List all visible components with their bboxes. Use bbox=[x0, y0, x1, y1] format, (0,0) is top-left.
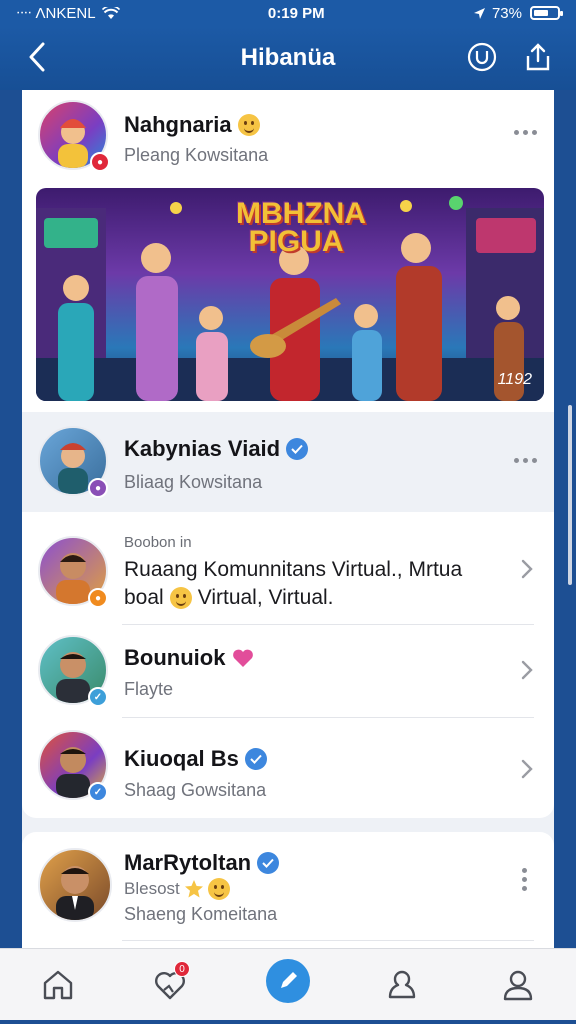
bottom-profile-card[interactable]: MarRytoltan Blesost Shaeng Komeitana bbox=[22, 832, 554, 948]
circle-u-icon bbox=[467, 42, 497, 72]
chevron-right-icon bbox=[521, 759, 533, 779]
verified-badge-icon bbox=[286, 438, 309, 460]
chevron-right-icon bbox=[521, 660, 533, 680]
suggested-subtitle: Bliaag Kowsitana bbox=[124, 472, 263, 492]
post-author-subtitle: Pleang Kowsitana bbox=[124, 145, 269, 165]
list-item-name[interactable]: Bounuiok bbox=[124, 645, 255, 671]
status-bar: ᐧᐧᐧᐧ ΛNKEΝL 0:19 PM 73% bbox=[0, 0, 576, 26]
home-indicator bbox=[0, 1020, 576, 1024]
smile-emoji-icon bbox=[237, 114, 260, 136]
pencil-icon bbox=[281, 972, 297, 988]
verified-badge-icon: ✓ bbox=[88, 687, 108, 707]
status-badge-icon: ● bbox=[88, 588, 108, 608]
back-button[interactable] bbox=[22, 40, 52, 74]
list-item-line2: boal Virtual, Virtual. bbox=[124, 586, 334, 609]
suggested-name[interactable]: Kabynias Viaid bbox=[124, 436, 309, 462]
banner-count: 1192 bbox=[497, 371, 532, 388]
post-more-button[interactable] bbox=[514, 130, 537, 135]
page-title: Hibanüa bbox=[240, 44, 336, 71]
bottom-name[interactable]: MarRytoltan bbox=[124, 850, 280, 876]
battery-percent: 73% bbox=[491, 4, 522, 22]
bottom-subtitle: Shaeng Komeitana bbox=[124, 904, 278, 924]
star-icon bbox=[184, 880, 203, 898]
share-button[interactable] bbox=[522, 41, 554, 73]
suggested-account-row[interactable]: ● Kabynias Viaid Bliaag Kowsitana bbox=[22, 412, 554, 512]
list-item[interactable]: ✓ Kiuoqal Bs Shaag Gowsitana bbox=[22, 718, 554, 818]
feed-content: ● Nahgnaria Pleang Kowsitana MBHZNA PIGU… bbox=[22, 90, 554, 948]
list-card: ● Boobon in Ruaang Komunnitans Virtual.,… bbox=[22, 512, 554, 818]
people-icon bbox=[388, 970, 416, 999]
bottom-avatar[interactable] bbox=[38, 848, 112, 922]
status-badge-icon: ● bbox=[88, 478, 108, 498]
battery-icon bbox=[529, 6, 563, 20]
bottom-line1: Blesost bbox=[124, 878, 230, 900]
list-item-line1: Ruaang Komunnitans Virtual., Mrtua bbox=[124, 558, 463, 581]
post-author-name[interactable]: Nahgnaria bbox=[124, 112, 260, 138]
share-icon bbox=[526, 43, 550, 71]
profile-button[interactable] bbox=[466, 41, 498, 73]
bottom-more-button[interactable] bbox=[522, 868, 527, 891]
post-card[interactable]: ● Nahgnaria Pleang Kowsitana MBHZNA PIGU… bbox=[22, 90, 554, 412]
list-item-subtitle: Shaag Gowsitana bbox=[124, 780, 267, 800]
verified-badge-icon: ✓ bbox=[88, 782, 108, 802]
scrollbar[interactable] bbox=[568, 405, 572, 585]
list-item[interactable]: ● Boobon in Ruaang Komunnitans Virtual.,… bbox=[22, 512, 554, 624]
tab-activity[interactable]: 0 bbox=[148, 961, 192, 1007]
user-icon bbox=[503, 970, 533, 1001]
tab-community[interactable] bbox=[380, 963, 424, 1007]
suggested-more-button[interactable] bbox=[514, 458, 537, 463]
list-item-name[interactable]: Kiuoqal Bs bbox=[124, 746, 267, 772]
smile-emoji-icon bbox=[169, 587, 192, 609]
avatar-image bbox=[56, 866, 94, 920]
banner-title: MBHZNA PIGUA bbox=[236, 197, 366, 258]
navigation-bar: Hibanüa bbox=[0, 26, 576, 90]
wifi-icon bbox=[101, 6, 120, 19]
location-icon bbox=[473, 7, 485, 19]
compose-button[interactable] bbox=[266, 959, 310, 1003]
verified-badge-icon bbox=[257, 852, 280, 874]
heart-icon bbox=[233, 649, 254, 667]
chevron-left-icon bbox=[29, 42, 45, 72]
smile-emoji-icon bbox=[207, 878, 230, 900]
carrier-label: ᐧᐧᐧᐧ ΛNKEΝL bbox=[16, 5, 96, 22]
chevron-right-icon bbox=[521, 559, 533, 579]
list-item[interactable]: ✓ Bounuiok Flayte bbox=[22, 625, 554, 717]
notification-badge: 0 bbox=[174, 961, 190, 977]
divider bbox=[122, 940, 534, 941]
tab-profile[interactable] bbox=[496, 963, 540, 1007]
list-item-label: Boobon in bbox=[124, 534, 192, 551]
verified-badge-icon bbox=[244, 748, 267, 770]
tab-bar: 0 bbox=[0, 948, 576, 1024]
live-badge-icon: ● bbox=[90, 152, 110, 172]
list-item-subtitle: Flayte bbox=[124, 679, 174, 699]
home-icon bbox=[43, 970, 73, 1000]
post-banner-image[interactable]: MBHZNA PIGUA 1192 bbox=[36, 188, 544, 401]
status-time: 0:19 PM bbox=[267, 4, 325, 22]
tab-home[interactable] bbox=[36, 963, 80, 1007]
